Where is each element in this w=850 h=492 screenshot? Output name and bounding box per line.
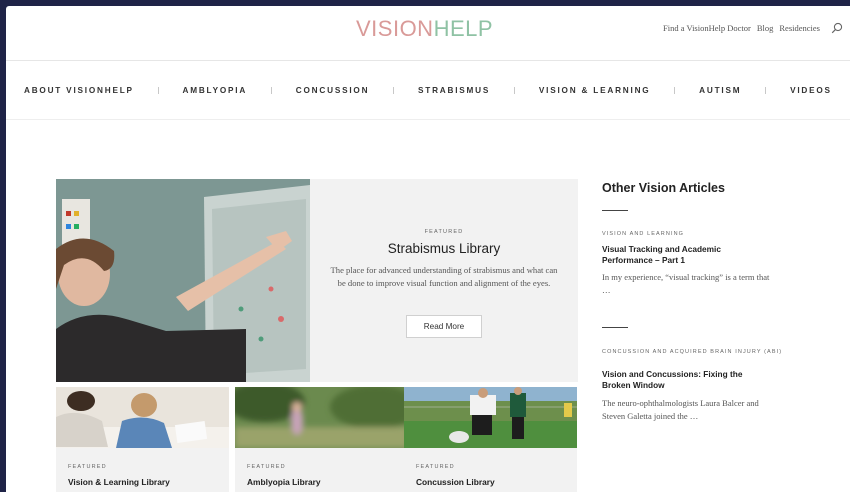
utility-links: Find a VisionHelp Doctor Blog Residencie… (663, 23, 820, 33)
site-header: VISIONHELP Find a VisionHelp Doctor Blog… (6, 6, 850, 60)
card-concussion[interactable]: FEATURED Concussion Library (404, 387, 577, 492)
residencies-link[interactable]: Residencies (779, 23, 820, 33)
blog-link[interactable]: Blog (757, 23, 774, 33)
nav-separator (393, 86, 395, 94)
article-title[interactable]: Vision and Concussions: Fixing the Broke… (602, 369, 762, 391)
logo-help-text: HELP (433, 16, 494, 41)
article-category[interactable]: CONCUSSION AND ACQUIRED BRAIN INJURY (AB… (602, 348, 792, 356)
nav-concussion[interactable]: CONCUSSION (296, 86, 370, 95)
card-vision-learning[interactable]: FEATURED Vision & Learning Library (56, 387, 229, 492)
card-kicker: FEATURED (247, 464, 286, 470)
card-photo-soccer-injury[interactable] (404, 387, 577, 448)
browser-page: VISIONHELP Find a VisionHelp Doctor Blog… (6, 6, 850, 492)
main-nav: ABOUT VISIONHELP AMBLYOPIA CONCUSSION ST… (6, 61, 850, 119)
hero-description: The place for advanced understanding of … (330, 265, 558, 288)
find-doctor-link[interactable]: Find a VisionHelp Doctor (663, 23, 751, 33)
article-excerpt: The neuro-ophthalmologists Laura Balcer … (602, 398, 759, 421)
hero-text-panel: FEATURED Strabismus Library The place fo… (310, 179, 578, 382)
nav-divider (6, 119, 850, 120)
nav-amblyopia[interactable]: AMBLYOPIA (183, 86, 248, 95)
card-photo-blurred-park[interactable] (235, 387, 408, 448)
sidebar-divider (602, 327, 628, 328)
card-title[interactable]: Concussion Library (416, 477, 495, 487)
nav-separator (765, 86, 767, 94)
hero-photo-woman-touching-screen[interactable] (56, 179, 310, 382)
nav-strabismus[interactable]: STRABISMUS (418, 86, 490, 95)
card-amblyopia[interactable]: FEATURED Amblyopia Library (235, 387, 408, 492)
hero-title[interactable]: Strabismus Library (310, 241, 578, 256)
search-icon[interactable] (831, 22, 843, 34)
nav-separator (157, 86, 159, 94)
read-more-button[interactable]: Read More (406, 315, 482, 338)
article-category[interactable]: VISION AND LEARNING (602, 230, 792, 238)
nav-separator (674, 86, 676, 94)
nav-separator (270, 86, 272, 94)
nav-about-visionhelp[interactable]: ABOUT VISIONHELP (24, 86, 134, 95)
nav-separator (514, 86, 516, 94)
card-title[interactable]: Amblyopia Library (247, 477, 321, 487)
logo-vision-text: VISION (356, 16, 434, 41)
hero-kicker: FEATURED (424, 229, 464, 235)
article-title[interactable]: Visual Tracking and Academic Performance… (602, 244, 762, 266)
nav-videos[interactable]: VIDEOS (790, 86, 832, 95)
nav-vision-learning[interactable]: VISION & LEARNING (539, 86, 651, 95)
card-kicker: FEATURED (68, 464, 107, 470)
site-logo[interactable]: VISIONHELP (356, 16, 493, 42)
card-kicker: FEATURED (416, 464, 455, 470)
sidebar-title: Other Vision Articles (602, 181, 725, 195)
article-excerpt: In my experience, “visual tracking” is a… (602, 272, 770, 295)
card-title[interactable]: Vision & Learning Library (68, 477, 170, 487)
sidebar-divider (602, 210, 628, 211)
card-photo-child-studying[interactable] (56, 387, 229, 448)
featured-hero: FEATURED Strabismus Library The place fo… (56, 179, 578, 382)
nav-autism[interactable]: AUTISM (699, 86, 741, 95)
